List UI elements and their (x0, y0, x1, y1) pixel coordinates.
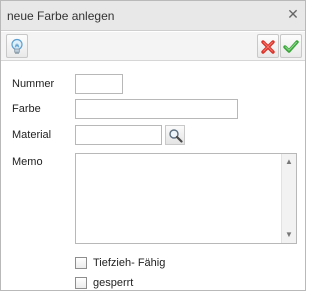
green-check-icon (283, 40, 299, 53)
material-field[interactable] (75, 125, 162, 145)
memo-box: ▲ ▼ (75, 153, 297, 244)
material-lookup-button[interactable] (165, 125, 185, 145)
red-x-icon (261, 40, 275, 54)
tiefzieh-label: Tiefzieh- Fähig (93, 257, 166, 269)
toolbar (1, 32, 305, 61)
hint-button[interactable] (6, 34, 28, 58)
scroll-down-arrow-icon[interactable]: ▼ (282, 228, 296, 242)
tiefzieh-checkbox[interactable] (75, 257, 87, 269)
window-title: neue Farbe anlegen (7, 9, 115, 23)
farbe-field[interactable] (75, 99, 238, 119)
close-icon[interactable]: ✕ (286, 6, 300, 22)
memo-scrollbar[interactable]: ▲ ▼ (281, 154, 296, 243)
title-bar[interactable]: neue Farbe anlegen ✕ (1, 1, 305, 31)
lightbulb-icon (11, 38, 23, 54)
magnifier-icon (169, 129, 183, 143)
memo-field[interactable] (76, 154, 281, 243)
gesperrt-label: gesperrt (93, 277, 134, 289)
farbe-label: Farbe (12, 103, 41, 115)
nummer-label: Nummer (12, 78, 55, 90)
gesperrt-checkbox[interactable] (75, 277, 87, 289)
nummer-field[interactable] (75, 74, 123, 94)
memo-label: Memo (12, 156, 43, 168)
dialog-window: neue Farbe anlegen ✕ Nummer Farbe Materi… (0, 0, 306, 291)
confirm-button[interactable] (280, 34, 302, 58)
cancel-button[interactable] (257, 34, 279, 58)
material-label: Material (12, 129, 52, 141)
scroll-up-arrow-icon[interactable]: ▲ (282, 155, 296, 169)
